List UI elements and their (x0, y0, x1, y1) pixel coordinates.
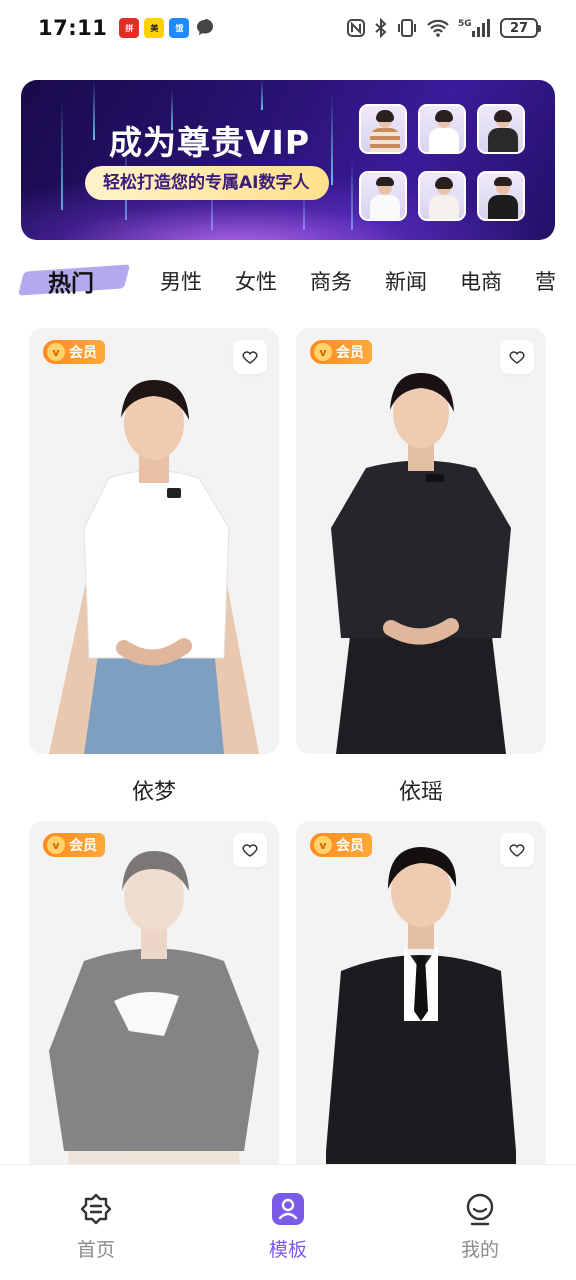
svg-text:5G: 5G (458, 19, 472, 29)
message-icon (194, 18, 216, 38)
wifi-icon (426, 17, 450, 39)
vip-badge: v 会员 (43, 833, 105, 857)
category-tabs: 热门 男性 女性 商务 新闻 电商 营 (0, 258, 576, 304)
notification-icons: 拼 美 饿 (119, 18, 216, 38)
battery-indicator: 27 (500, 18, 541, 38)
template-name: 依梦 (131, 780, 176, 805)
tab-news[interactable]: 新闻 (385, 266, 427, 296)
pinduoduo-icon: 拼 (119, 18, 140, 38)
tab-ecommerce[interactable]: 电商 (460, 266, 502, 296)
vip-badge-label: 会员 (69, 345, 97, 361)
template-card[interactable]: v 会员 依瑶 (296, 328, 546, 806)
nav-home[interactable]: 首页 (0, 1165, 192, 1280)
home-icon (78, 1191, 114, 1227)
tab-female[interactable]: 女性 (235, 266, 277, 296)
vip-badge: v 会员 (43, 340, 105, 364)
nav-profile-label: 我的 (460, 1239, 499, 1261)
vibrate-icon (396, 17, 418, 39)
vip-v-icon: v (47, 836, 65, 854)
favorite-button[interactable] (500, 833, 534, 867)
template-name: 依瑶 (398, 780, 443, 805)
meituan-icon: 美 (144, 18, 165, 38)
digital-human-figure (49, 380, 259, 754)
banner-avatar (359, 171, 407, 221)
nav-home-label: 首页 (76, 1239, 115, 1261)
tab-business[interactable]: 商务 (310, 266, 352, 296)
profile-icon (462, 1191, 498, 1227)
vip-badge: v 会员 (310, 340, 372, 364)
template-card[interactable]: v 会员 依梦 (29, 328, 279, 806)
bluetooth-icon (374, 17, 388, 39)
signal-5g-icon: 5G (458, 17, 492, 39)
nav-template[interactable]: 模板 (192, 1165, 384, 1280)
heart-icon (509, 351, 525, 364)
vip-v-icon: v (314, 343, 332, 361)
banner-subtitle: 轻松打造您的专属AI数字人 (85, 166, 330, 200)
nav-profile[interactable]: 我的 (384, 1165, 576, 1280)
system-status: 5G 27 (346, 17, 541, 39)
vip-badge-label: 会员 (336, 838, 364, 854)
banner-avatar (418, 104, 466, 154)
heart-icon (242, 844, 258, 857)
eleme-icon: 饿 (169, 18, 190, 38)
banner-avatar-grid (359, 104, 525, 221)
favorite-button[interactable] (233, 833, 267, 867)
nav-template-label: 模板 (268, 1239, 307, 1261)
favorite-button[interactable] (233, 340, 267, 374)
template-preview[interactable]: v 会员 (296, 328, 546, 754)
banner-avatar (477, 171, 525, 221)
banner-title: 成为尊贵VIP (109, 123, 311, 162)
vip-v-icon: v (47, 343, 65, 361)
tab-hot[interactable]: 热门 (48, 264, 94, 298)
vip-badge-label: 会员 (336, 345, 364, 361)
status-bar: 17:11 拼 美 饿 5G 27 (0, 0, 576, 56)
banner-avatar (359, 104, 407, 154)
status-time: 17:11 (38, 16, 108, 40)
tab-marketing[interactable]: 营 (535, 266, 556, 296)
digital-human-figure (331, 373, 511, 754)
vip-badge: v 会员 (310, 833, 372, 857)
banner-avatar (477, 104, 525, 154)
favorite-button[interactable] (500, 340, 534, 374)
nfc-icon (346, 17, 366, 39)
vip-badge-label: 会员 (69, 838, 97, 854)
template-preview[interactable]: v 会员 (29, 328, 279, 754)
template-icon (270, 1191, 306, 1227)
heart-icon (509, 844, 525, 857)
banner-avatar (418, 171, 466, 221)
vip-banner[interactable]: 成为尊贵VIP 轻松打造您的专属AI数字人 (21, 80, 555, 240)
heart-icon (242, 351, 258, 364)
vip-v-icon: v (314, 836, 332, 854)
bottom-nav: 首页 模板 我的 (0, 1164, 576, 1280)
tab-male[interactable]: 男性 (160, 266, 202, 296)
